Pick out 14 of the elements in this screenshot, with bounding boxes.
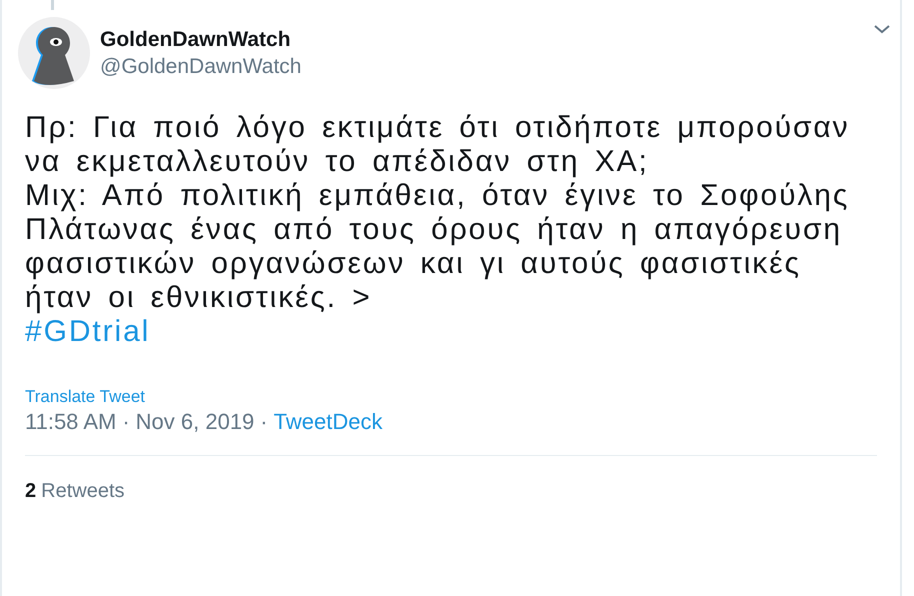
tweet-date[interactable]: Nov 6, 2019: [136, 409, 254, 435]
hashtag-link[interactable]: #GDtrial: [25, 315, 150, 349]
author-handle[interactable]: @GoldenDawnWatch: [100, 54, 302, 78]
separator-dot: ·: [260, 409, 268, 435]
author-name[interactable]: GoldenDawnWatch: [100, 28, 302, 52]
tweet-text: Πρ: Για ποιό λόγο εκτιμάτε ότι οτιδήποτε μπορούσαν να εκμεταλλευτούν το απέδιδαν στη ΧΑ;: [25, 111, 851, 179]
tweet-text: Μιχ: Από πολιτική εμπάθεια, όταν έγινε το Σοφούλης Πλάτωνας ένας από τους όρους ήταν η απαγόρευση φασιστικών οργανώσεων και γι αυτούς φασιστικές ήταν οι εθνικιστικές. >: [25, 179, 850, 315]
retweet-count[interactable]: 2: [25, 480, 36, 503]
avatar-icon[interactable]: [18, 17, 90, 89]
translate-link[interactable]: Translate Tweet: [25, 387, 146, 407]
tweet-time[interactable]: 11:58 AM: [25, 409, 116, 435]
source-link[interactable]: TweetDeck: [274, 409, 382, 435]
retweets-label[interactable]: Retweets: [41, 480, 124, 503]
separator-dot: ·: [122, 409, 130, 435]
